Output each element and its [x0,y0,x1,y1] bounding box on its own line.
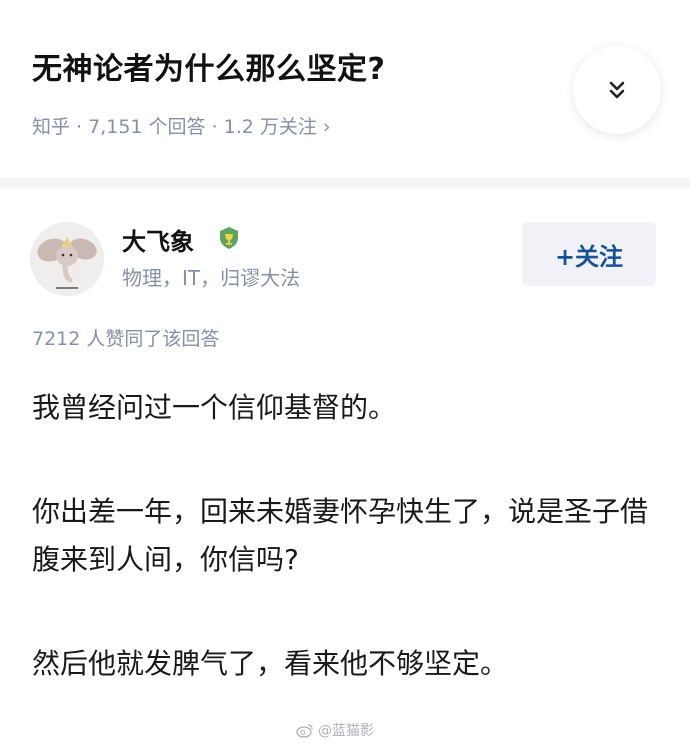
vote-count: 7212 人赞同了该回答 [32,328,220,350]
author-bio: 物理，IT，归谬大法 [122,266,301,290]
chevron-double-down-icon [609,81,625,99]
question-meta[interactable]: 知乎 · 7,151 个回答 · 1.2 万关注 › [32,112,331,139]
answer-paragraph: 我曾经问过一个信仰基督的。 [32,391,397,424]
chevron-right-icon: › [322,116,331,138]
question-title[interactable]: 无神论者为什么那么坚定? [32,44,385,88]
question-meta-text: 知乎 · 7,151 个回答 · 1.2 万关注 [32,116,317,138]
answer-paragraph: 你出差一年，回来未婚妻怀孕快生了，说是圣子借腹来到人间，你信吗? [32,495,649,576]
expand-button[interactable] [573,46,661,134]
watermark: @蓝猫影 [296,720,374,740]
section-divider [0,178,690,188]
dumbo-elephant-avatar [30,222,104,296]
follow-button[interactable]: +关注 [522,222,656,286]
avatar[interactable] [30,222,104,296]
watermark-text: @蓝猫影 [318,723,374,739]
answer-paragraph: 然后他就发脾气了，看来他不够坚定。 [32,647,509,680]
author-name[interactable]: 大飞象 [122,222,194,257]
trophy-badge-icon [217,226,241,250]
weibo-icon [296,723,313,738]
